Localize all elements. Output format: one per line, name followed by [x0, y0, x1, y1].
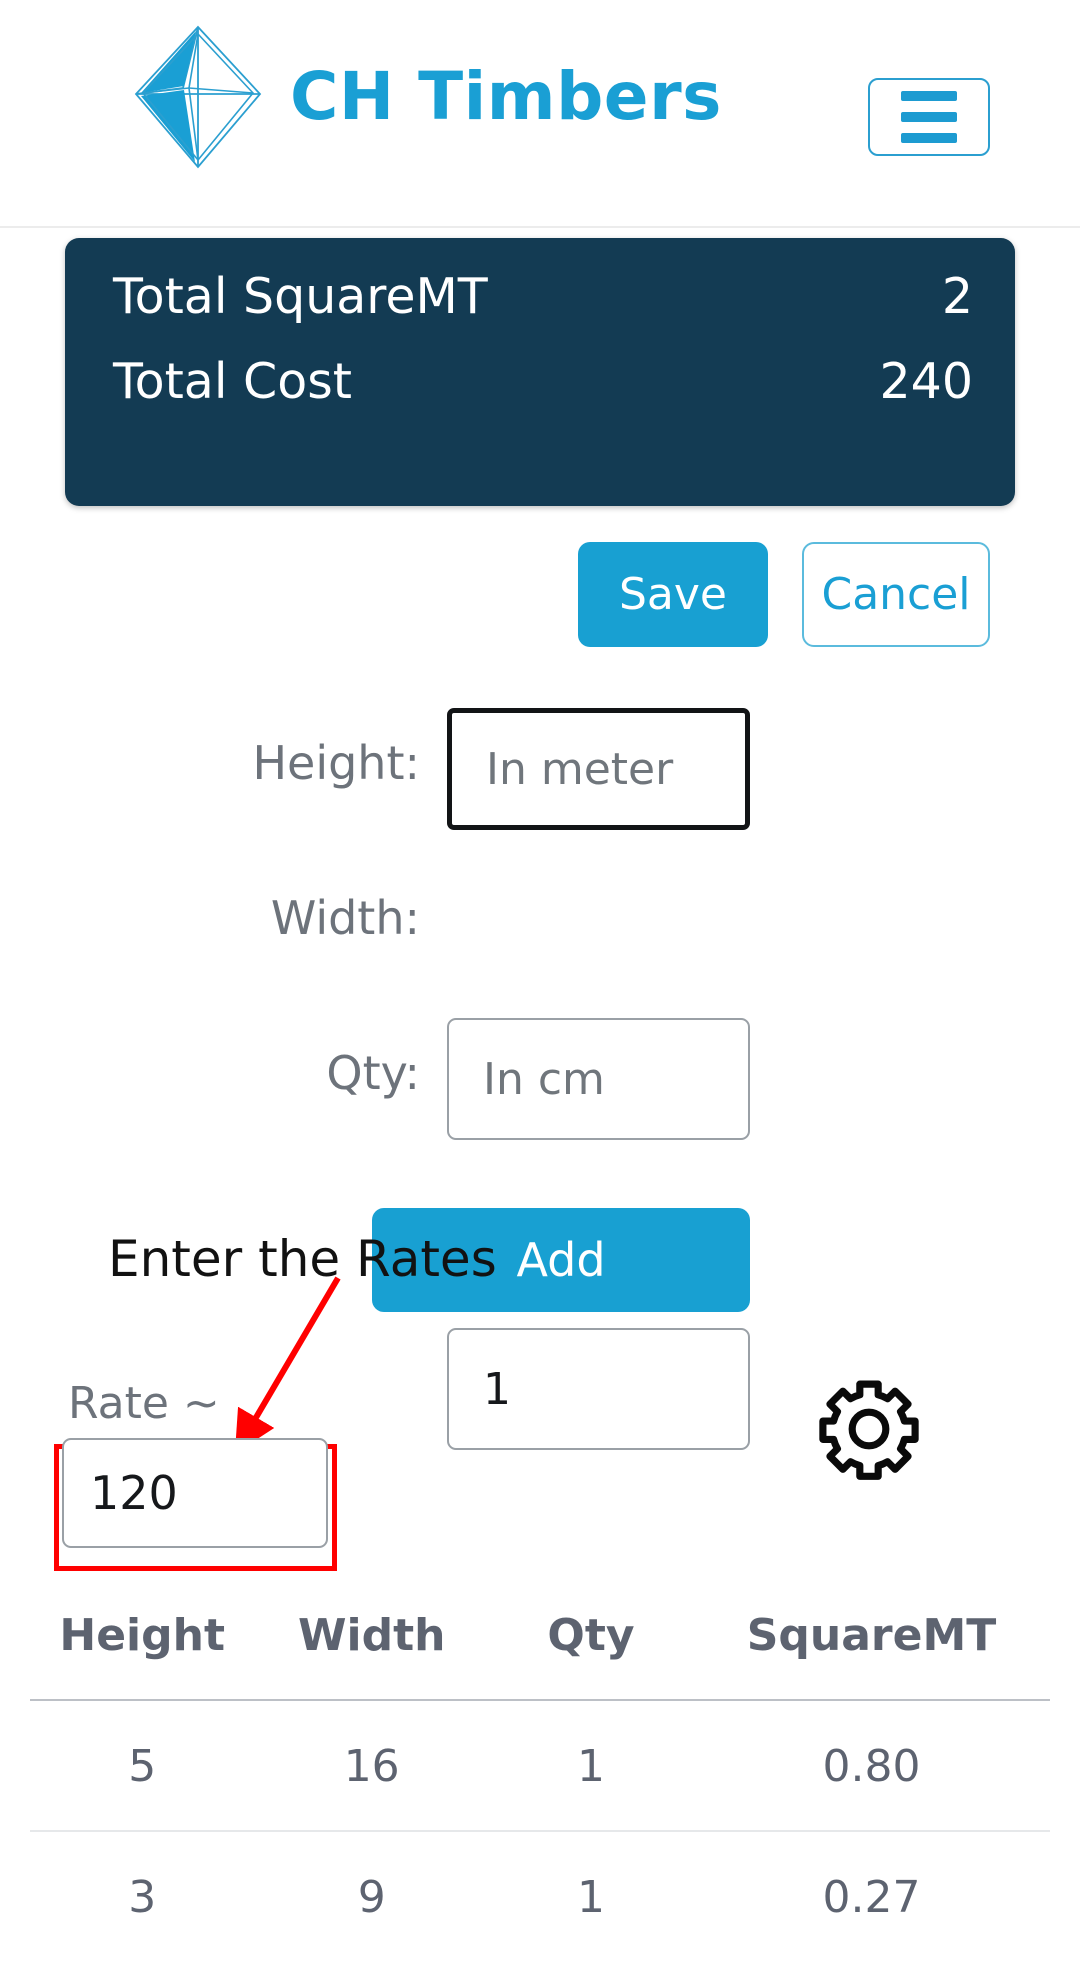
cell-qty: 1: [576, 1872, 605, 1923]
width-field-row: Width:: [0, 855, 1080, 1140]
height-field-row: Height:: [0, 700, 1080, 855]
action-buttons: Save Cancel: [578, 542, 990, 647]
brand-name: CH Timbers: [290, 58, 722, 135]
gear-icon: [819, 1380, 919, 1480]
cell-squaremt: 0.80: [692, 1700, 1050, 1832]
column-header-qty: Qty: [488, 1610, 693, 1701]
total-cost-value: 240: [879, 353, 973, 411]
brand: CH Timbers: [128, 22, 722, 172]
cancel-button[interactable]: Cancel: [802, 542, 990, 647]
summary-card: Total SquareMT 2 Total Cost 240: [65, 238, 1015, 506]
table-header-row: Height Width Qty SquareMT: [30, 1610, 1050, 1701]
qty-input[interactable]: [447, 1328, 750, 1450]
cell-height: 5: [30, 1700, 255, 1832]
cell-squaremt: 0.27: [822, 1872, 921, 1923]
hamburger-menu-icon: [901, 91, 957, 101]
measurements-table: Height Width Qty SquareMT 5 16 1 0.80 3 …: [30, 1610, 1050, 1961]
qty-label: Qty:: [326, 1046, 420, 1100]
height-label: Height:: [252, 736, 420, 790]
height-input[interactable]: [447, 708, 750, 830]
settings-button[interactable]: [818, 1378, 920, 1480]
hamburger-menu-button[interactable]: [868, 78, 990, 156]
rate-input[interactable]: [62, 1438, 328, 1548]
width-label: Width:: [270, 891, 420, 945]
qty-field-row: Qty:: [0, 1010, 1080, 1450]
cell-width: 16: [254, 1700, 489, 1832]
app-header: CH Timbers: [0, 0, 1080, 228]
table-row[interactable]: 3 9 1 0.27: [30, 1831, 1050, 1961]
summary-row-total-squaremt: Total SquareMT 2: [113, 266, 973, 327]
total-squaremt-value: 2: [941, 268, 973, 325]
table-head: Height Width Qty SquareMT: [30, 1610, 1050, 1701]
entry-form: Height: Width: Qty:: [0, 700, 1080, 1450]
column-header-width: Width: [254, 1610, 489, 1701]
hamburger-menu-icon-bar: [901, 112, 957, 122]
rate-label: Rate ~: [68, 1378, 220, 1429]
save-button[interactable]: Save: [578, 542, 768, 647]
annotation-label: Enter the Rates: [108, 1230, 497, 1288]
column-header-squaremt: SquareMT: [692, 1610, 1050, 1701]
table-body: 5 16 1 0.80 3 9 1 0.27: [30, 1700, 1050, 1961]
total-cost-label: Total Cost: [113, 353, 352, 411]
diamond-octahedron-logo: [134, 25, 262, 169]
total-squaremt-label: Total SquareMT: [113, 268, 488, 325]
column-header-height: Height: [30, 1610, 255, 1701]
cell-width: 9: [357, 1872, 386, 1923]
cell-height: 3: [128, 1872, 157, 1923]
table-row[interactable]: 5 16 1 0.80: [30, 1700, 1050, 1832]
cell-qty: 1: [488, 1700, 693, 1832]
summary-row-total-cost: Total Cost 240: [113, 351, 973, 412]
hamburger-menu-icon-bar: [901, 133, 957, 143]
